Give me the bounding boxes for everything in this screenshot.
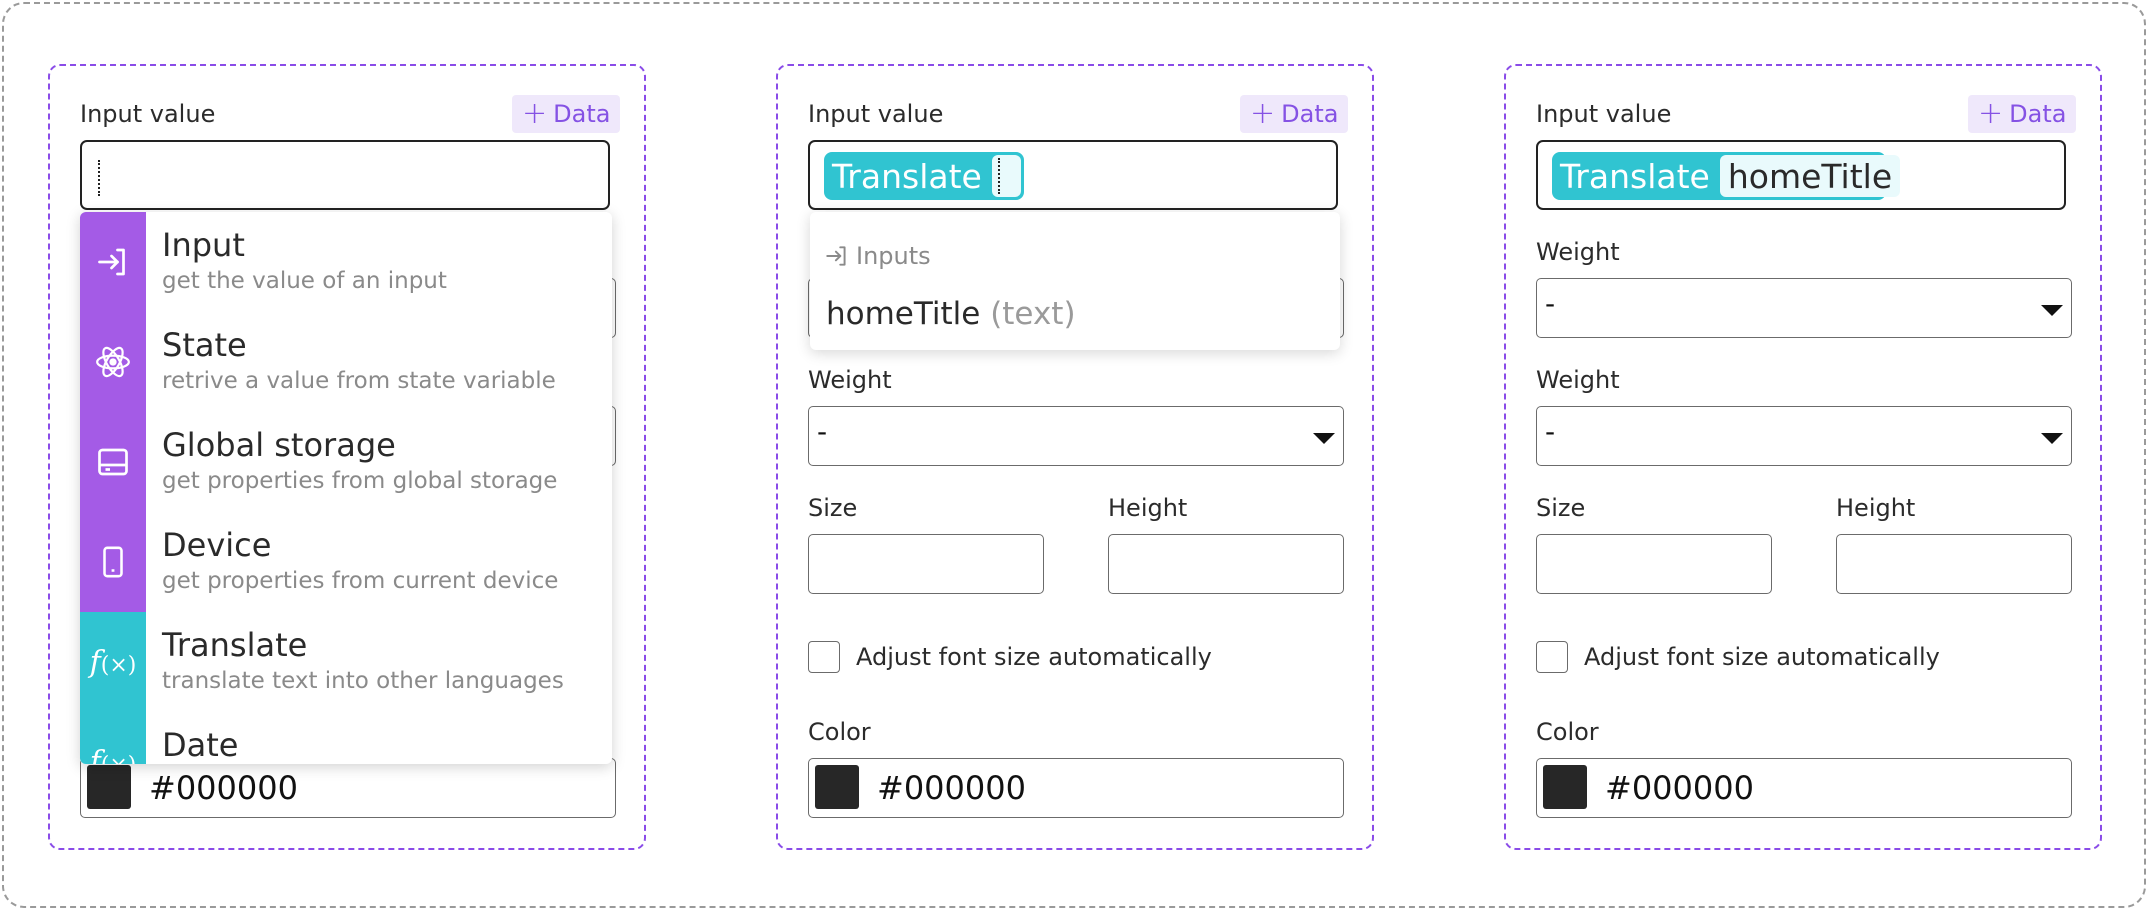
dropdown-item-desc: get properties from current device — [162, 568, 559, 594]
add-data-label: Data — [553, 100, 611, 128]
weight-label-2: Weight — [1536, 366, 1620, 394]
dropdown-item-title: Translate — [162, 626, 308, 664]
dropdown-item-device[interactable]: Device get properties from current devic… — [80, 512, 612, 612]
height-label: Height — [1108, 494, 1188, 522]
input-value-label: Input value — [808, 100, 944, 128]
suggestion-popup: Inputs homeTitle (text) — [810, 212, 1340, 350]
weight-value: - — [817, 415, 828, 448]
weight-value: - — [1545, 287, 1556, 320]
chevron-down-icon — [1313, 433, 1335, 444]
weight-value: - — [1545, 415, 1556, 448]
function-icon: f(×) — [89, 744, 137, 765]
dropdown-item-desc: retrive a value from state variable — [162, 368, 556, 394]
translate-chip-label: Translate — [1560, 156, 1710, 196]
plus-icon: + — [1978, 96, 2004, 131]
dropdown-item-global-storage[interactable]: Global storage get properties from globa… — [80, 412, 612, 512]
color-hex-value: #000000 — [1605, 769, 1754, 807]
suggest-header-label: Inputs — [856, 242, 931, 270]
plus-icon: + — [1250, 96, 1276, 131]
dropdown-item-desc: translate text into other languages — [162, 668, 564, 694]
dropdown-item-title: Input — [162, 226, 245, 264]
auto-font-size-label: Adjust font size automatically — [856, 643, 1212, 671]
plus-icon: + — [522, 96, 548, 131]
translate-chip[interactable]: Translate — [824, 152, 1024, 200]
translate-arg-hometitle[interactable]: homeTitle — [1719, 155, 1901, 197]
auto-font-size-label: Adjust font size automatically — [1584, 643, 1940, 671]
suggest-group-header: Inputs — [824, 242, 931, 270]
color-hex-value: #000000 — [877, 769, 1026, 807]
color-swatch[interactable] — [87, 765, 131, 809]
translate-arg-slot[interactable] — [991, 155, 1021, 197]
color-label: Color — [1536, 718, 1599, 746]
color-field[interactable]: #000000 — [808, 758, 1344, 818]
color-label: Color — [808, 718, 871, 746]
color-swatch[interactable] — [815, 765, 859, 809]
atom-icon — [96, 346, 130, 378]
suggest-item-hometitle[interactable]: homeTitle (text) — [826, 296, 1076, 332]
height-field[interactable] — [1836, 534, 2072, 594]
suggest-item-name: homeTitle — [826, 296, 981, 332]
translate-chip-label: Translate — [832, 156, 982, 196]
color-field[interactable]: #000000 — [1536, 758, 2072, 818]
text-caret — [997, 158, 1000, 194]
size-label: Size — [808, 494, 858, 522]
auto-font-size-checkbox[interactable] — [808, 641, 840, 673]
function-icon: f(×) — [89, 644, 137, 680]
size-field[interactable] — [808, 534, 1044, 594]
weight-label: Weight — [808, 366, 892, 394]
dropdown-item-title: Device — [162, 526, 272, 564]
weight-select[interactable]: - — [808, 406, 1344, 466]
translate-chip[interactable]: Translate homeTitle — [1552, 152, 1901, 200]
color-field[interactable]: #000000 — [80, 758, 616, 818]
input-value-field[interactable] — [80, 140, 610, 210]
color-swatch[interactable] — [1543, 765, 1587, 809]
add-data-label: Data — [2009, 100, 2067, 128]
auto-font-size-checkbox[interactable] — [1536, 641, 1568, 673]
height-field[interactable] — [1108, 534, 1344, 594]
input-value-label: Input value — [1536, 100, 1672, 128]
add-data-button[interactable]: + Data — [1968, 95, 2077, 133]
input-value-label: Input value — [80, 100, 216, 128]
dropdown-item-input[interactable]: Input get the value of an input — [80, 212, 612, 312]
dropdown-item-title: Date — [162, 726, 239, 764]
dropdown-item-title: Global storage — [162, 426, 396, 464]
weight-select-2[interactable]: - — [1536, 406, 2072, 466]
mobile-device-icon — [103, 546, 123, 578]
height-label: Height — [1836, 494, 1916, 522]
dropdown-item-title: State — [162, 326, 247, 364]
input-value-field[interactable]: Translate — [808, 140, 1338, 210]
weight-label: Weight — [1536, 238, 1620, 266]
size-label: Size — [1536, 494, 1586, 522]
dropdown-item-desc: get the value of an input — [162, 268, 447, 294]
input-value-field[interactable]: Translate homeTitle — [1536, 140, 2066, 210]
storage-drive-icon — [98, 448, 128, 476]
color-hex-value: #000000 — [149, 769, 298, 807]
login-arrow-icon — [98, 248, 125, 276]
dropdown-item-date[interactable]: f(×) Date — [80, 712, 612, 764]
chevron-down-icon — [2041, 305, 2063, 316]
add-data-button[interactable]: + Data — [512, 95, 621, 133]
add-data-label: Data — [1281, 100, 1339, 128]
dropdown-item-desc: get properties from global storage — [162, 468, 558, 494]
login-arrow-icon — [826, 246, 846, 266]
dropdown-item-translate[interactable]: f(×) Translate translate text into other… — [80, 612, 612, 712]
suggest-item-type: (text) — [990, 296, 1076, 332]
add-data-button[interactable]: + Data — [1240, 95, 1349, 133]
dropdown-item-state[interactable]: State retrive a value from state variabl… — [80, 312, 612, 412]
chevron-down-icon — [2041, 433, 2063, 444]
data-source-dropdown: Input get the value of an input State re… — [80, 212, 612, 764]
size-field[interactable] — [1536, 534, 1772, 594]
text-caret — [98, 160, 100, 196]
weight-select[interactable]: - — [1536, 278, 2072, 338]
